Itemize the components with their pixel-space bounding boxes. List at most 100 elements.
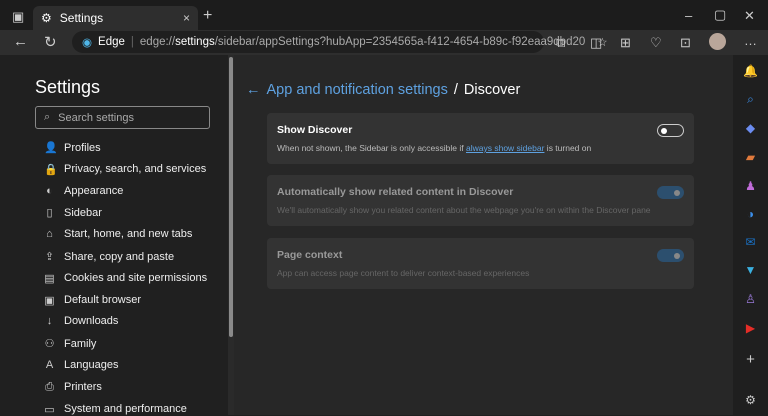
nav-icon: ▯ <box>46 207 53 220</box>
shopping-tag-icon[interactable]: ◆ <box>733 121 768 135</box>
nav-item-languages[interactable]: A Languages <box>44 359 119 371</box>
card-description: When not shown, the Sidebar is only acce… <box>277 143 592 153</box>
sidebar-settings-icon[interactable]: ⚙ <box>733 393 768 407</box>
new-tab-button[interactable]: + <box>203 7 212 25</box>
nav-label: Printers <box>64 381 102 394</box>
more-icon[interactable]: … <box>744 33 757 48</box>
nav-label: Cookies and site permissions <box>64 272 208 285</box>
screenshot-icon[interactable]: ⊡ <box>680 35 691 51</box>
nav-icon: ▣ <box>44 294 55 307</box>
minimize-button[interactable]: – <box>685 8 692 23</box>
extensions-icon[interactable]: ⧉ <box>556 35 565 51</box>
health-icon[interactable]: ♡ <box>650 35 662 51</box>
scrollbar-thumb[interactable] <box>229 57 233 337</box>
close-tab-button[interactable]: × <box>183 11 190 25</box>
nav-icon: ◐ <box>46 184 53 197</box>
nav-icon: ⎙ <box>45 380 54 393</box>
nav-label: System and performance <box>64 403 187 416</box>
nav-item-system-and-performance[interactable]: ▭ System and performance <box>44 403 187 416</box>
nav-label: Default browser <box>64 294 142 307</box>
nav-item-downloads[interactable]: ↓ Downloads <box>44 315 119 328</box>
nav-label: Languages <box>64 359 119 371</box>
refresh-icon[interactable]: ↻ <box>44 33 57 51</box>
drop-icon[interactable]: ▼ <box>733 263 768 277</box>
nav-icon: A <box>45 359 54 371</box>
search-icon[interactable]: ⌕ <box>733 92 768 107</box>
nav-item-default-browser[interactable]: ▣ Default browser <box>44 294 141 307</box>
settings-page: Settings ⌕ Search settings 👤 Profiles 🔒 Pri… <box>0 55 733 416</box>
notification-bell-icon[interactable]: 🔔 <box>733 64 768 78</box>
title-bar: ▣ ⚙ Settings × + – ▢ ✕ <box>0 0 768 33</box>
card-description: We'll automatically show you related con… <box>277 205 651 215</box>
nav-item-profiles[interactable]: 👤 Profiles <box>44 141 101 155</box>
collections-icon[interactable]: ⊞ <box>620 35 631 51</box>
back-arrow-icon[interactable]: ← <box>246 82 261 98</box>
nav-item-share-copy-and-paste[interactable]: ⇪ Share, copy and paste <box>44 250 175 264</box>
nav-item-privacy-search-and-services[interactable]: 🔒 Privacy, search, and services <box>44 163 206 176</box>
nav-icon: ⚇ <box>44 338 55 351</box>
nav-label: Family <box>64 337 97 350</box>
nav-label: Share, copy and paste <box>64 250 175 263</box>
card-description: App can access page content to deliver c… <box>277 268 530 278</box>
page-context-toggle[interactable] <box>657 249 684 262</box>
nav-label: Profiles <box>64 141 101 154</box>
maximize-button[interactable]: ▢ <box>714 7 726 23</box>
nav-label: Downloads <box>64 315 119 328</box>
person-icon[interactable]: ♙ <box>733 292 768 306</box>
auto-related-content-toggle[interactable] <box>657 186 684 199</box>
microsoft365-icon[interactable]: ◑ <box>733 207 768 221</box>
add-icon[interactable]: + <box>733 351 768 368</box>
search-input[interactable]: ⌕ Search settings <box>35 106 210 129</box>
nav-item-start-home-and-new-tabs[interactable]: ⌂ Start, home, and new tabs <box>44 228 192 240</box>
nav-item-sidebar[interactable]: ▯ Sidebar <box>44 206 101 220</box>
nav-label: Appearance <box>64 184 124 197</box>
outlook-icon[interactable]: ✉ <box>733 235 768 249</box>
address-divider: | <box>130 36 134 48</box>
nav-icon: 👤 <box>44 142 58 154</box>
split-screen-icon[interactable]: ◫ <box>590 35 602 51</box>
nav-item-appearance[interactable]: ◐ Appearance <box>44 185 123 197</box>
edge-logo-icon: ◉ <box>82 37 93 49</box>
page-context-card: Page context App can access page content… <box>267 238 694 289</box>
nav-icon: ⇪ <box>44 251 55 263</box>
page-title: Settings <box>35 77 101 97</box>
breadcrumb-parent-link[interactable]: App and notification settings <box>267 82 448 98</box>
nav-item-cookies-and-site-permissions[interactable]: ▤ Cookies and site permissions <box>44 272 207 285</box>
nav-icon: ↓ <box>46 315 53 328</box>
profile-avatar[interactable] <box>709 33 726 50</box>
scrollbar[interactable] <box>228 55 234 415</box>
card-title: Page context <box>277 249 343 261</box>
nav-icon: 🔒 <box>44 163 58 176</box>
address-brand: Edge <box>98 36 125 48</box>
close-window-button[interactable]: ✕ <box>744 8 755 24</box>
games-icon[interactable]: ♟ <box>733 179 768 193</box>
settings-nav: Settings ⌕ Search settings 👤 Profiles 🔒 Pri… <box>0 55 228 416</box>
nav-icon: ⌂ <box>46 228 53 241</box>
auto-related-content-card: Automatically show related content in Di… <box>267 175 694 226</box>
nav-icon: ▭ <box>44 403 55 416</box>
breadcrumb: ← App and notification settings / Discov… <box>246 82 520 98</box>
card-title: Show Discover <box>277 124 353 136</box>
nav-label: Start, home, and new tabs <box>64 228 193 241</box>
url: edge://settings/sidebar/appSettings?hubA… <box>139 36 586 48</box>
breadcrumb-current: Discover <box>463 82 521 98</box>
always-show-sidebar-link[interactable]: always show sidebar <box>466 143 544 153</box>
search-icon: ⌕ <box>44 111 51 123</box>
nav-item-family[interactable]: ⚇ Family <box>44 337 97 351</box>
tab-settings[interactable]: ⚙ Settings × <box>33 6 198 30</box>
nav-label: Privacy, search, and services <box>64 163 207 176</box>
show-discover-card: Show Discover When not shown, the Sideba… <box>267 113 694 164</box>
breadcrumb-separator: / <box>453 82 458 98</box>
search-placeholder: Search settings <box>58 111 134 124</box>
card-title: Automatically show related content in Di… <box>277 186 514 198</box>
youtube-icon[interactable]: ▶ <box>733 321 768 335</box>
address-bar[interactable]: ◉ Edge | edge://settings/sidebar/appSett… <box>72 31 608 53</box>
edge-sidebar: 🔔 ⌕ ◆ ▰ ♟ ◑ ✉ ▼ ♙ ▶ + ⚙ <box>733 55 768 415</box>
back-icon[interactable]: ← <box>13 33 28 50</box>
nav-icon: ▤ <box>44 272 55 285</box>
tab-actions-icon[interactable]: ▣ <box>12 9 24 25</box>
nav-item-printers[interactable]: ⎙ Printers <box>44 381 102 394</box>
tools-icon[interactable]: ▰ <box>733 150 768 164</box>
toolbar: ← ↻ ◉ Edge | edge://settings/sidebar/app… <box>0 30 768 55</box>
show-discover-toggle[interactable] <box>657 124 684 137</box>
